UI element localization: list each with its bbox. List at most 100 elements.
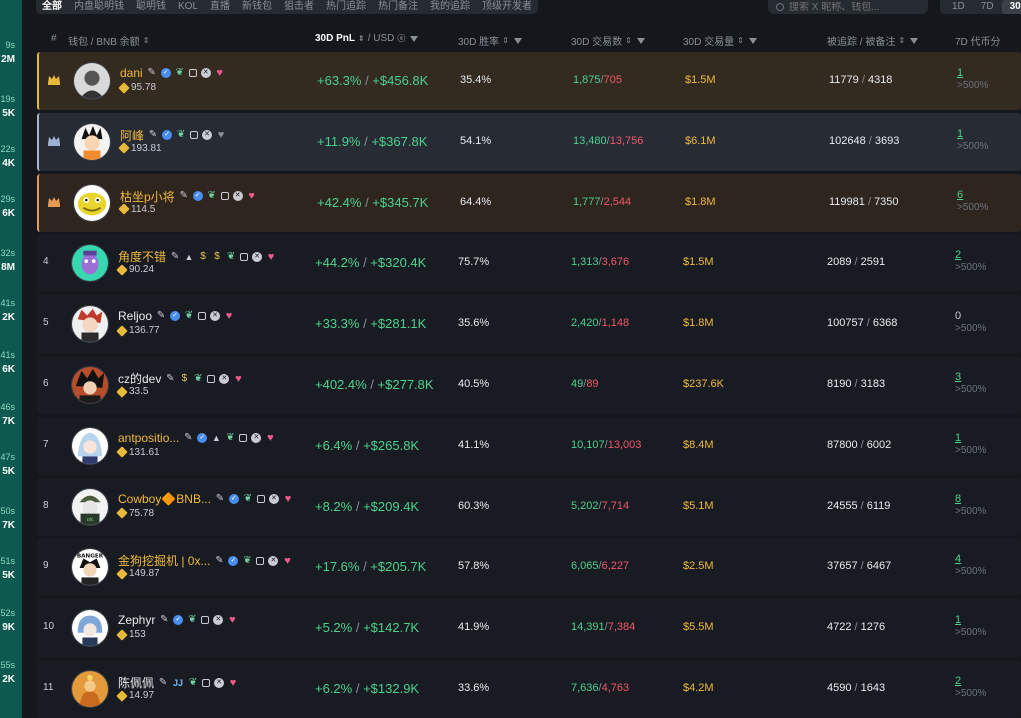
copy-icon[interactable] bbox=[202, 678, 211, 687]
heart-icon[interactable]: ♥ bbox=[266, 251, 276, 262]
heart-icon[interactable]: ♥ bbox=[282, 555, 292, 566]
tab-7[interactable]: 热门追踪 bbox=[326, 0, 366, 14]
x-icon[interactable]: ✕ bbox=[219, 373, 230, 384]
copy-icon[interactable] bbox=[240, 252, 249, 261]
col-tracked-header[interactable]: 被追踪 / 被备注 ⇕ bbox=[827, 33, 919, 48]
table-row[interactable]: 11 陈佩佩 ✎ JJ ❦ ✕ ♥ 14.97 +6.2% / +$132.9K 33.6% 7,6… bbox=[37, 660, 1021, 718]
wallet-name[interactable]: Zephyr bbox=[118, 613, 155, 627]
heart-icon[interactable]: ♥ bbox=[216, 130, 226, 141]
tab-6[interactable]: 狙击者 bbox=[284, 0, 314, 14]
heart-icon[interactable]: ♥ bbox=[224, 311, 234, 322]
avatar[interactable] bbox=[73, 183, 111, 222]
col-txs-header[interactable]: 30D 交易数 ⇕ bbox=[571, 33, 645, 48]
col-tokens-header[interactable]: 7D 代币分 bbox=[955, 33, 1001, 48]
avatar[interactable] bbox=[71, 305, 109, 344]
edit-icon[interactable]: ✎ bbox=[147, 68, 157, 78]
table-row[interactable]: dani ✎ ✓ ❦ ✕ ♥ 95.78 +63.3% / +$456.8K 35.4% 1,87… bbox=[37, 52, 1021, 110]
heart-icon[interactable]: ♥ bbox=[265, 432, 275, 443]
copy-icon[interactable] bbox=[220, 192, 229, 201]
token-count-link[interactable]: 3 bbox=[955, 371, 986, 383]
heart-icon[interactable]: ♥ bbox=[228, 677, 238, 688]
wallet-name[interactable]: 金狗挖掘机 | 0x... bbox=[118, 552, 210, 569]
token-count-link[interactable]: 1 bbox=[955, 614, 986, 626]
col-winrate-header[interactable]: 30D 胜率 ⇕ bbox=[458, 33, 522, 48]
table-row[interactable]: 8 ok Cowboy🔶BNB... ✎ ✓ ❦ ✕ ♥ 75.78 +8.2% / +$209.… bbox=[37, 477, 1021, 536]
avatar[interactable] bbox=[71, 609, 109, 648]
table-row[interactable]: 枯坐p小将 ✎ ✓ ❦ ✕ ♥ 114.5 +42.4% / +$345.7K 64.4% 1,7… bbox=[37, 173, 1021, 232]
token-count-link[interactable]: 1 bbox=[957, 128, 988, 140]
token-count-link[interactable]: 2 bbox=[955, 675, 986, 687]
wallet-name[interactable]: 角度不错 bbox=[118, 248, 166, 265]
avatar[interactable] bbox=[71, 366, 109, 404]
token-count-link[interactable]: 1 bbox=[955, 432, 986, 444]
x-icon[interactable]: ✕ bbox=[210, 311, 221, 322]
table-row[interactable]: 4 角度不错 ✎ ▲ $ $ ❦ ✕ ♥ 90.24 +44.2% / +$320.4K 75.7% 1… bbox=[37, 234, 1021, 293]
x-icon[interactable]: ✕ bbox=[202, 130, 213, 141]
x-icon[interactable]: ✕ bbox=[268, 555, 279, 566]
x-icon[interactable]: ✕ bbox=[252, 251, 263, 262]
edit-icon[interactable]: ✎ bbox=[170, 251, 180, 262]
x-icon[interactable]: ✕ bbox=[268, 493, 279, 504]
wallet-name[interactable]: cz的dev bbox=[118, 370, 161, 387]
tab-4[interactable]: 直播 bbox=[210, 0, 230, 14]
tab-9[interactable]: 我的追踪 bbox=[430, 0, 470, 14]
filter-icon[interactable] bbox=[513, 37, 522, 44]
copy-icon[interactable] bbox=[190, 131, 199, 140]
period-7d[interactable]: 7D bbox=[973, 0, 1002, 14]
tab-2[interactable]: 聪明钱 bbox=[136, 0, 166, 14]
tab-8[interactable]: 热门备注 bbox=[378, 0, 418, 14]
token-count-link[interactable]: 8 bbox=[955, 493, 986, 505]
col-pnl-header[interactable]: 30D PnL ⇕ / USD ⓢ bbox=[315, 33, 419, 44]
search-box[interactable] bbox=[768, 0, 928, 14]
copy-icon[interactable] bbox=[198, 312, 207, 321]
col-volume-header[interactable]: 30D 交易量 ⇕ bbox=[683, 33, 757, 48]
col-wallet-header[interactable]: 钱包 / BNB 余额 ⇕ bbox=[68, 33, 149, 48]
table-row[interactable]: 10 Zephyr ✎ ✓ ❦ ✕ ♥ 153 +5.2% / +$142.7K 41.9% 14,… bbox=[37, 599, 1021, 658]
tab-0[interactable]: 全部 bbox=[42, 0, 62, 14]
token-count-link[interactable]: 2 bbox=[955, 249, 986, 261]
table-row[interactable]: 6 cz的dev ✎ $ ❦ ✕ ♥ 33.5 +402.4% / +$277.8K 40.5% 4… bbox=[37, 356, 1021, 414]
avatar[interactable] bbox=[73, 122, 111, 161]
x-icon[interactable]: ✕ bbox=[214, 677, 225, 688]
edit-icon[interactable]: ✎ bbox=[159, 615, 169, 625]
avatar[interactable] bbox=[73, 62, 111, 100]
table-row[interactable]: 9 BANGER 金狗挖掘机 | 0x... ✎ ✓ ❦ ✕ ♥ 149.87 +17.6% / … bbox=[37, 538, 1021, 597]
avatar[interactable]: ok bbox=[71, 487, 109, 526]
heart-icon[interactable]: ♥ bbox=[247, 191, 257, 202]
avatar[interactable] bbox=[71, 426, 109, 465]
token-count-link[interactable]: 1 bbox=[957, 67, 988, 79]
table-row[interactable]: 5 Reljoo ✎ ✓ ❦ ✕ ♥ 136.77 +33.3% / +$281.1K 35.6%… bbox=[37, 295, 1021, 354]
wallet-name[interactable]: 枯坐p小将 bbox=[120, 188, 175, 205]
period-1d[interactable]: 1D bbox=[944, 0, 973, 14]
heart-icon[interactable]: ♥ bbox=[215, 68, 225, 79]
filter-icon[interactable] bbox=[748, 37, 757, 44]
edit-icon[interactable]: ✎ bbox=[214, 555, 224, 566]
x-icon[interactable]: ✕ bbox=[200, 68, 211, 78]
x-icon[interactable]: ✕ bbox=[213, 615, 224, 626]
wallet-name[interactable]: Reljoo bbox=[118, 309, 152, 323]
wallet-name[interactable]: antpositio... bbox=[118, 431, 179, 445]
avatar[interactable] bbox=[71, 244, 109, 283]
tab-10[interactable]: 顶级开发者 bbox=[482, 0, 532, 14]
token-count-link[interactable]: 4 bbox=[955, 553, 986, 565]
edit-icon[interactable]: ✎ bbox=[158, 677, 168, 688]
x-icon[interactable]: ✕ bbox=[251, 432, 262, 443]
period-30d[interactable]: 30D bbox=[1001, 0, 1021, 14]
edit-icon[interactable]: ✎ bbox=[183, 432, 193, 443]
tab-3[interactable]: KOL bbox=[178, 0, 198, 14]
filter-icon[interactable] bbox=[636, 37, 645, 44]
copy-icon[interactable] bbox=[201, 616, 210, 625]
copy-icon[interactable] bbox=[239, 433, 248, 442]
tab-5[interactable]: 新钱包 bbox=[242, 0, 272, 14]
copy-icon[interactable] bbox=[256, 494, 265, 503]
table-row[interactable]: 7 antpositio... ✎ ✓ ▲ ❦ ✕ ♥ 131.61 +6.4% / +$265.… bbox=[37, 416, 1021, 475]
filter-icon[interactable] bbox=[410, 35, 419, 42]
avatar[interactable]: BANGER bbox=[71, 548, 109, 587]
copy-icon[interactable] bbox=[207, 374, 216, 383]
x-icon[interactable]: ✕ bbox=[232, 191, 243, 202]
search-input[interactable] bbox=[789, 1, 919, 13]
wallet-name[interactable]: Cowboy🔶BNB... bbox=[118, 492, 211, 506]
copy-icon[interactable] bbox=[188, 69, 197, 77]
edit-icon[interactable]: ✎ bbox=[156, 311, 166, 321]
token-count-link[interactable]: 6 bbox=[957, 189, 988, 201]
